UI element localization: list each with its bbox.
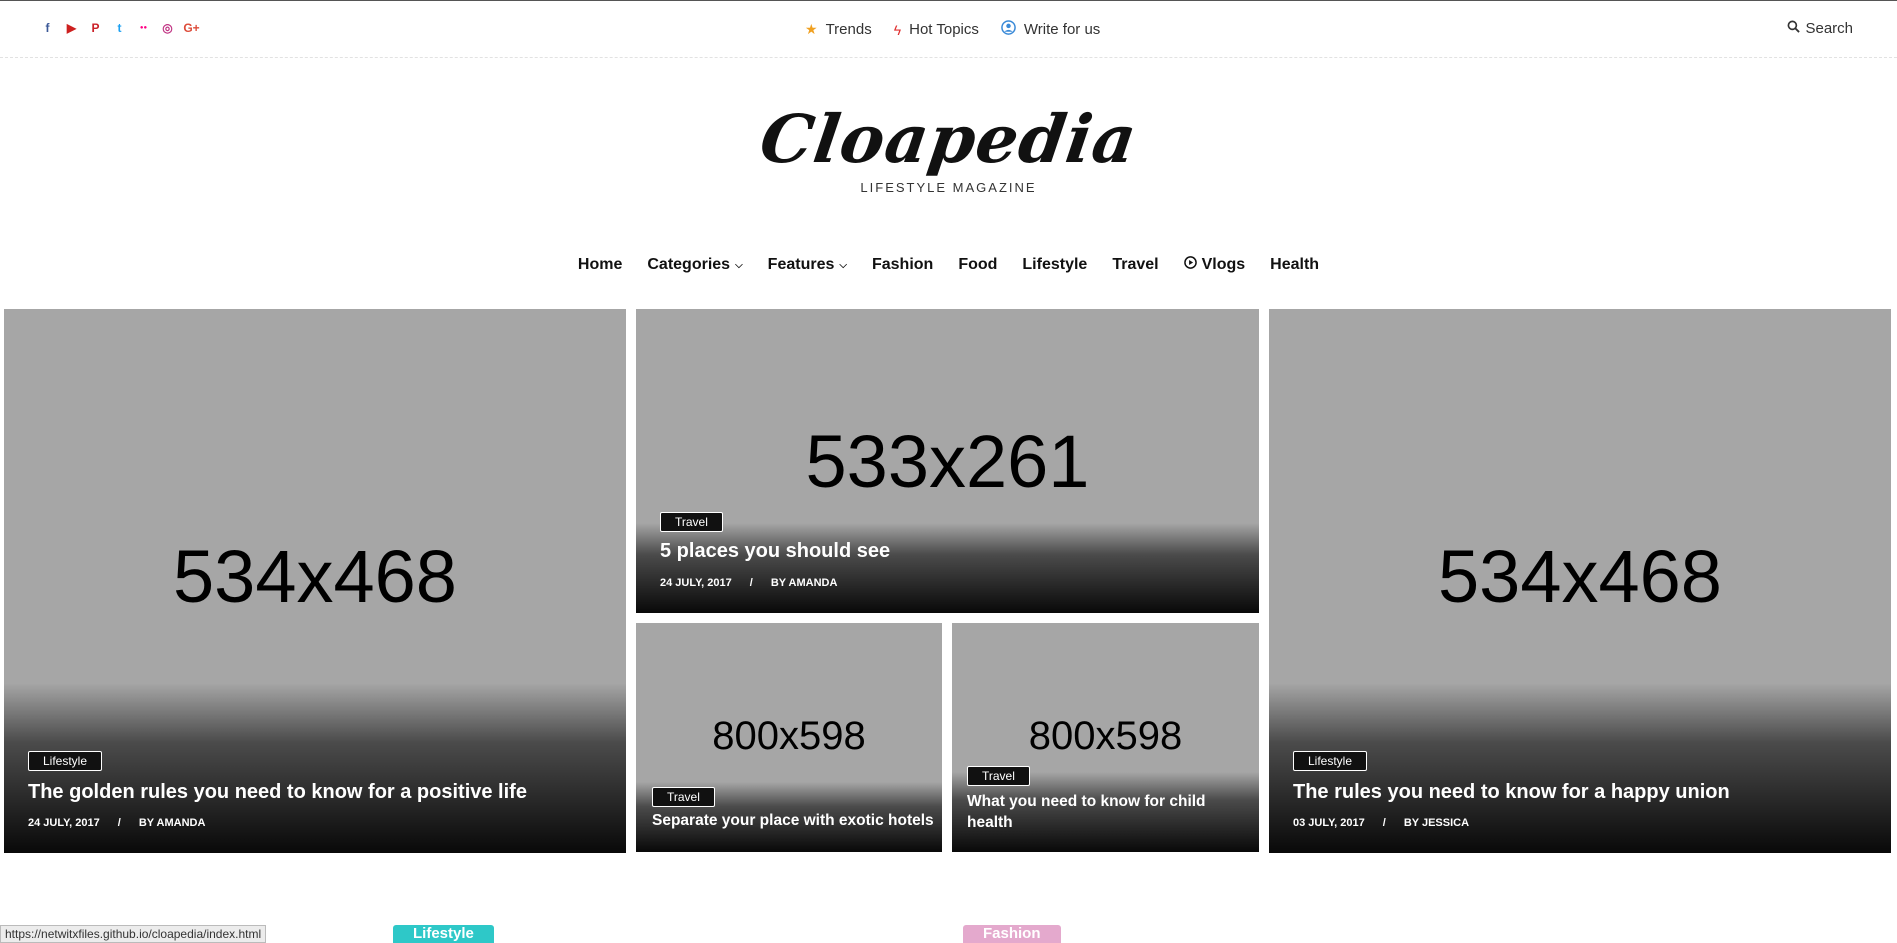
featured-post-center-bottom-right[interactable]: 800x598 Travel What you need to know for… [952, 623, 1259, 852]
meta-separator: / [1382, 817, 1386, 829]
hot-topics-link[interactable]: ϟ Hot Topics [894, 21, 979, 38]
nav-lifestyle-label: Lifestyle [1022, 256, 1088, 273]
post-title[interactable]: 5 places you should see [660, 540, 890, 563]
play-circle-icon [1183, 256, 1197, 274]
nav-health[interactable]: Health [1270, 256, 1319, 274]
nav-categories[interactable]: Categories ⌵ [647, 256, 742, 274]
nav-home-label: Home [577, 256, 623, 273]
nav-travel-label: Travel [1112, 256, 1159, 273]
nav-fashion[interactable]: Fashion [872, 256, 933, 274]
logo-title: Cloapedia [755, 100, 1142, 178]
nav-food-label: Food [958, 256, 998, 273]
star-icon: ★ [805, 21, 818, 37]
nav-food[interactable]: Food [958, 256, 997, 274]
site-logo[interactable]: Cloapedia LIFESTYLE MAGAZINE [0, 100, 1897, 195]
flickr-icon[interactable]: ●● [136, 20, 151, 35]
category-badge[interactable]: Travel [967, 766, 1030, 786]
post-title[interactable]: Separate your place with exotic hotels [652, 812, 934, 830]
google-plus-icon[interactable]: G+ [183, 20, 199, 35]
facebook-icon[interactable]: f [40, 20, 55, 35]
write-for-us-label: Write for us [1023, 21, 1101, 38]
trends-label: Trends [825, 21, 872, 38]
nav-categories-label: Categories [647, 256, 731, 273]
write-for-us-link[interactable]: Write for us [1001, 20, 1100, 39]
instagram-icon[interactable]: ◎ [160, 20, 175, 35]
user-circle-icon [1001, 20, 1016, 39]
twitter-icon[interactable]: t [112, 20, 127, 35]
image-placeholder-label: 800x598 [712, 714, 866, 758]
hot-topics-label: Hot Topics [909, 21, 979, 38]
post-meta: 24 July, 2017 / By Amanda [28, 817, 205, 829]
post-date: 03 July, 2017 [1293, 817, 1365, 829]
logo-subtitle: LIFESTYLE MAGAZINE [860, 180, 1037, 195]
nav-features-label: Features [767, 256, 835, 273]
nav-fashion-label: Fashion [871, 256, 934, 273]
image-placeholder-label: 533x261 [805, 420, 1090, 503]
meta-separator: / [749, 577, 753, 589]
image-placeholder-label: 800x598 [1028, 714, 1183, 758]
nav-lifestyle[interactable]: Lifestyle [1022, 256, 1087, 274]
post-meta: 03 July, 2017 / By Jessica [1293, 817, 1469, 829]
nav-home[interactable]: Home [578, 256, 622, 274]
category-badge[interactable]: Travel [652, 787, 715, 807]
section-category-fashion[interactable]: Fashion [963, 925, 1061, 943]
chevron-down-icon: ⌵ [735, 259, 743, 271]
nav-features[interactable]: Features ⌵ [768, 256, 847, 274]
pinterest-icon[interactable]: P [88, 20, 103, 35]
featured-post-right[interactable]: 534x468 Lifestyle The rules you need to … [1269, 309, 1891, 853]
featured-post-center-bottom-left[interactable]: 800x598 Travel Separate your place with … [636, 623, 942, 852]
top-links: ★ Trends ϟ Hot Topics Write for us [805, 20, 1100, 39]
search-icon [1787, 20, 1801, 37]
nav-vlogs[interactable]: Vlogs [1183, 256, 1246, 274]
post-date: 24 July, 2017 [660, 577, 732, 589]
chevron-down-icon: ⌵ [839, 259, 847, 271]
nav-travel[interactable]: Travel [1112, 256, 1158, 274]
image-placeholder-label: 534x468 [173, 535, 457, 618]
category-badge[interactable]: Lifestyle [28, 751, 103, 771]
post-date: 24 July, 2017 [28, 817, 100, 829]
section-category-lifestyle[interactable]: Lifestyle [393, 925, 494, 943]
featured-post-left[interactable]: 534x468 Lifestyle The golden rules you n… [4, 309, 626, 853]
main-nav: Home Categories ⌵ Features ⌵ Fashion Food … [0, 256, 1897, 274]
post-title[interactable]: What you need to know for child health [967, 791, 1217, 833]
post-author[interactable]: By Jessica [1404, 817, 1469, 829]
browser-status-url: https://netwitxfiles.github.io/cloapedia… [0, 925, 267, 943]
youtube-icon[interactable]: ▶ [64, 20, 79, 35]
meta-separator: / [117, 817, 121, 829]
category-badge[interactable]: Lifestyle [1293, 751, 1368, 771]
image-placeholder-label: 534x468 [1438, 535, 1722, 618]
category-badge[interactable]: Travel [660, 512, 723, 532]
post-meta: 24 July, 2017 / By Amanda [660, 577, 837, 589]
search-button[interactable]: Search [1787, 20, 1853, 37]
featured-post-center-top[interactable]: 533x261 Travel 5 places you should see 2… [636, 309, 1259, 613]
nav-vlogs-label: Vlogs [1201, 256, 1246, 273]
bolt-icon: ϟ [893, 21, 902, 38]
post-author[interactable]: By Amanda [139, 817, 206, 829]
top-bar: f ▶ Pt ●● ◎ G+ ★ Trends ϟ Hot Topics Write fo… [0, 1, 1897, 58]
social-links: f ▶ Pt ●● ◎ G+ [40, 20, 200, 35]
post-title[interactable]: The golden rules you need to know for a … [28, 781, 527, 804]
search-label: Search [1805, 20, 1853, 37]
post-title[interactable]: The rules you need to know for a happy u… [1293, 781, 1730, 804]
post-author[interactable]: By Amanda [771, 577, 838, 589]
trends-link[interactable]: ★ Trends [805, 21, 872, 38]
nav-health-label: Health [1270, 256, 1320, 273]
